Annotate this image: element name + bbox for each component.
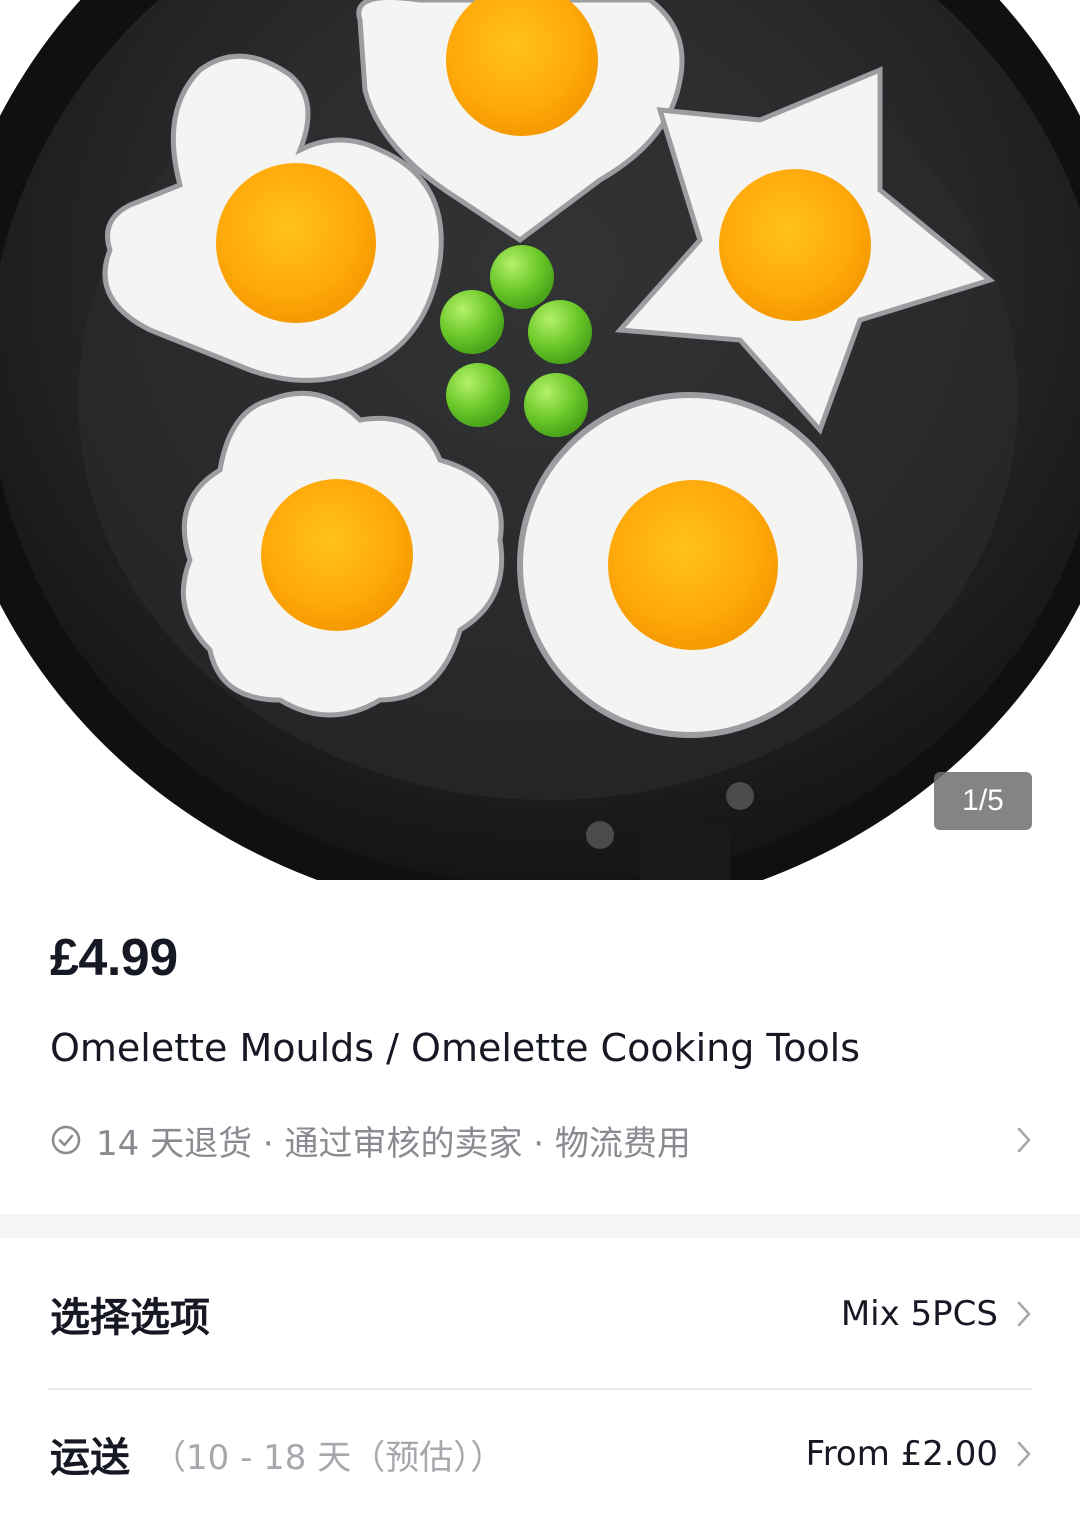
shipping-row[interactable]: 运送 （10 - 18 天（预估）） From £2.00 — [50, 1422, 1032, 1486]
shipping-eta: （10 - 18 天（预估）） — [152, 1437, 505, 1478]
policy-text: 14 天退货 · 通过审核的卖家 · 物流费用 — [96, 1123, 691, 1164]
chevron-right-icon — [1017, 1301, 1031, 1327]
chevron-right-icon — [1017, 1441, 1031, 1467]
chevron-right-icon — [1017, 1127, 1031, 1153]
shipping-cost: From £2.00 — [805, 1434, 998, 1474]
product-image — [0, 0, 1080, 880]
product-image-gallery[interactable]: 1/5 — [0, 0, 1080, 880]
shipping-label: 运送 — [50, 1435, 130, 1481]
row-divider — [48, 1388, 1032, 1390]
selected-option-value: Mix 5PCS — [840, 1294, 998, 1334]
product-price: £4.99 — [50, 929, 178, 987]
round-egg — [517, 392, 863, 738]
select-option-row[interactable]: 选择选项 Mix 5PCS — [50, 1282, 1032, 1346]
select-option-label: 选择选项 — [50, 1295, 210, 1341]
image-counter-badge: 1/5 — [934, 772, 1032, 830]
policy-row[interactable]: 14 天退货 · 通过审核的卖家 · 物流费用 — [50, 1116, 1032, 1164]
section-divider — [0, 1214, 1080, 1238]
check-circle-icon — [51, 1125, 81, 1155]
product-title: Omelette Moulds / Omelette Cooking Tools — [50, 1026, 861, 1070]
